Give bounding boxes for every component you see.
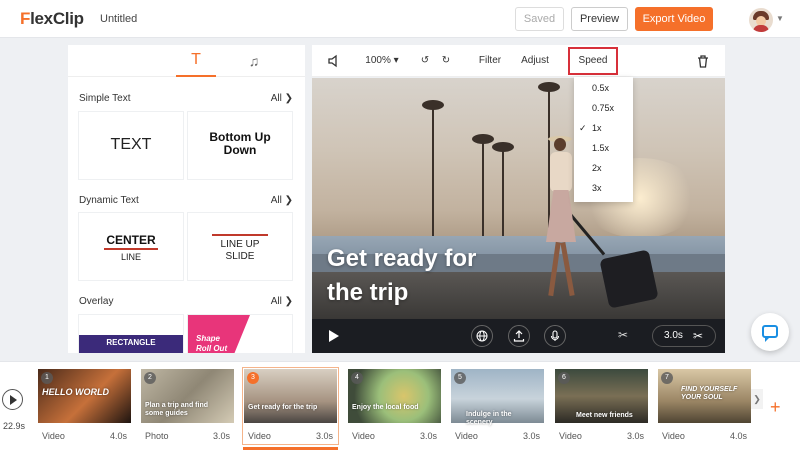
clip-duration-control[interactable]: 3.0s ✂ [652,325,716,347]
card-overline [212,234,268,236]
undo-icon[interactable]: ↺ [418,45,432,77]
card-label: LINE UP SLIDE [220,239,260,262]
chevron-right-icon: ❯ [284,296,293,307]
chat-support-button[interactable] [751,313,789,351]
chevron-down-icon[interactable]: ▼ [776,14,784,23]
palm-fronds [538,82,560,92]
play-icon [10,395,17,405]
globe-icon[interactable] [471,325,493,347]
avatar-body [753,25,769,32]
upload-icon[interactable] [508,325,530,347]
total-duration: 22.9s [3,421,26,431]
card-sublabel: LINE [120,252,141,262]
palm-tree [432,106,434,246]
card-underline [104,248,158,250]
template-shape-roll-out-card[interactable]: Shape Roll Out [188,315,292,353]
simple-text-title: Simple Text [79,93,131,104]
chevron-right-icon: ❯ [284,195,293,206]
card-label: Bottom Up Down [209,130,271,157]
check-icon: ✓ [579,123,587,133]
timeline-clip[interactable]: 5 Indulge in the scenery Video 3.0s [450,368,545,444]
gear-tab-icon[interactable]: ⚙ [292,51,305,73]
video-preview[interactable]: Get ready for the trip [312,78,725,319]
adjust-button[interactable]: Adjust [520,45,550,77]
head [554,138,566,151]
export-video-button[interactable]: Export Video [635,7,713,31]
timeline-clip[interactable]: 4 Enjoy the local food Video 3.0s [347,368,442,444]
card-label: Shape Roll Out [196,334,228,353]
player-controls: ✂ 3.0s ✂ [312,319,725,353]
timeline-clip[interactable]: 6 Meet new friends Video 3.0s [554,368,649,444]
timeline-clip[interactable]: 7 FIND YOURSELF YOUR SOUL Video 4.0s [657,368,752,444]
timeline-clip-active[interactable]: 3 Get ready for the trip Video 3.0s [243,368,338,450]
card-label: RECTANGLE [106,338,156,347]
scissors-icon[interactable]: ✂ [693,326,703,346]
template-rectangle-card[interactable]: RECTANGLE [79,315,183,353]
play-icon[interactable] [329,330,339,342]
speed-option[interactable]: 0.5x [574,78,633,98]
palm-fronds [472,134,494,144]
zoom-select[interactable]: 100% ▾ [364,45,400,77]
suitcase [599,249,659,309]
scene-timeline: 22.9s 1 HELLO WORLD Video 4.0s 2 Plan a … [0,361,800,450]
user-avatar[interactable] [749,8,773,32]
text-panel: T ♫ ⚙ Simple Text All ❯ TEXT Bottom UpDo… [68,45,305,353]
palm-fronds [422,100,444,110]
flexclip-logo[interactable]: FlexClip [20,9,84,29]
template-line-up-slide-card[interactable]: LINE UP SLIDE [188,213,292,280]
editor-toolbar: 100% ▾ ↺ ↻ Filter Adjust Speed [312,45,725,77]
overlay-all-link[interactable]: All ❯ [271,296,293,307]
speed-option[interactable]: 1.5x [574,138,633,158]
speed-button[interactable]: Speed [568,47,618,75]
music-tab-icon[interactable]: ♫ [234,51,274,73]
trim-icon[interactable]: ✂ [618,328,628,342]
palm-tree [502,148,504,248]
speed-option[interactable]: 0.75x [574,98,633,118]
template-bottom-up-card[interactable]: Bottom Up Down [188,112,292,179]
filter-button[interactable]: Filter [478,45,502,77]
torso [550,152,572,192]
simple-text-all-link[interactable]: All ❯ [271,93,293,104]
project-title[interactable]: Untitled [100,13,137,25]
caret-down-icon: ▾ [393,55,399,66]
palm-tree [482,140,484,250]
chat-bubble-tail [765,337,770,342]
speed-option[interactable]: 2x [574,158,633,178]
panel-tabs: T ♫ ⚙ [68,45,305,77]
palm-fronds [492,142,514,152]
text-tab-icon[interactable]: T [176,47,216,77]
skirt [546,190,576,242]
chevron-right-icon[interactable]: ❯ [751,389,763,409]
speed-dropdown: 0.5x 0.75x ✓ 1x 1.5x 2x 3x [574,77,633,202]
redo-icon[interactable]: ↻ [439,45,453,77]
template-text-card[interactable]: TEXT [79,112,183,179]
trash-icon[interactable] [696,45,710,77]
saved-button[interactable]: Saved [515,7,564,31]
chevron-right-icon: ❯ [284,93,293,104]
template-center-line-card[interactable]: CENTER LINE [79,213,183,280]
volume-icon[interactable] [326,45,342,77]
chat-bubble-icon [762,325,778,338]
dynamic-text-all-link[interactable]: All ❯ [271,195,293,206]
timeline-clip[interactable]: 1 HELLO WORLD Video 4.0s [37,368,132,444]
preview-button[interactable]: Preview [571,7,628,31]
speed-option[interactable]: 3x [574,178,633,198]
overlay-title: Overlay [79,296,114,307]
speed-option-selected[interactable]: ✓ 1x [574,118,633,138]
card-label: TEXT [110,136,152,153]
add-scene-icon[interactable]: + [770,398,781,416]
top-header: FlexClip Untitled Saved Preview Export V… [0,0,800,38]
timeline-play-button[interactable] [2,389,23,410]
timeline-clip[interactable]: 2 Plan a trip and find some guides Photo… [140,368,235,444]
card-label: CENTER [106,233,156,247]
microphone-icon[interactable] [544,325,566,347]
dynamic-text-title: Dynamic Text [79,195,139,206]
video-caption-text[interactable]: Get ready for the trip [327,242,607,310]
flexclip-editor: FlexClip Untitled Saved Preview Export V… [0,0,800,450]
